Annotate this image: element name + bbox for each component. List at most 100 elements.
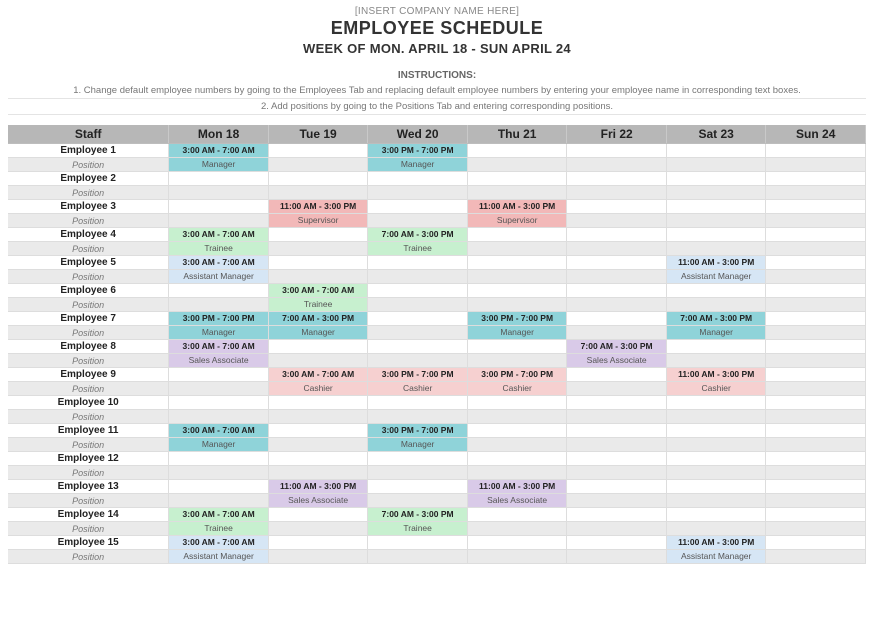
employee-name[interactable]: Employee 5 [8, 256, 169, 270]
shift-position-cell[interactable]: Manager [666, 326, 766, 340]
shift-position-cell[interactable] [467, 270, 567, 284]
shift-position-cell[interactable] [766, 298, 866, 312]
shift-position-cell[interactable] [467, 522, 567, 536]
shift-time-cell[interactable] [567, 368, 667, 382]
shift-position-cell[interactable] [567, 242, 667, 256]
shift-position-cell[interactable] [567, 270, 667, 284]
shift-position-cell[interactable] [268, 522, 368, 536]
shift-time-cell[interactable]: 11:00 AM - 3:00 PM [666, 368, 766, 382]
shift-position-cell[interactable] [467, 550, 567, 564]
shift-position-cell[interactable]: Manager [268, 326, 368, 340]
shift-time-cell[interactable] [268, 228, 368, 242]
shift-time-cell[interactable] [766, 480, 866, 494]
shift-position-cell[interactable]: Cashier [666, 382, 766, 396]
shift-position-cell[interactable] [666, 438, 766, 452]
shift-position-cell[interactable] [467, 438, 567, 452]
shift-time-cell[interactable] [766, 340, 866, 354]
shift-position-cell[interactable]: Trainee [169, 242, 269, 256]
shift-position-cell[interactable] [567, 326, 667, 340]
shift-time-cell[interactable]: 3:00 AM - 7:00 AM [268, 368, 368, 382]
shift-time-cell[interactable] [567, 144, 667, 158]
shift-position-cell[interactable]: Cashier [268, 382, 368, 396]
shift-time-cell[interactable] [368, 312, 468, 326]
shift-time-cell[interactable] [567, 284, 667, 298]
shift-time-cell[interactable]: 7:00 AM - 3:00 PM [368, 228, 468, 242]
employee-name[interactable]: Employee 3 [8, 200, 169, 214]
shift-time-cell[interactable] [766, 368, 866, 382]
shift-position-cell[interactable] [766, 214, 866, 228]
shift-time-cell[interactable] [467, 452, 567, 466]
shift-position-cell[interactable] [268, 466, 368, 480]
shift-time-cell[interactable]: 3:00 AM - 7:00 AM [268, 284, 368, 298]
shift-position-cell[interactable] [268, 410, 368, 424]
shift-time-cell[interactable] [766, 200, 866, 214]
shift-time-cell[interactable]: 11:00 AM - 3:00 PM [467, 200, 567, 214]
shift-position-cell[interactable] [368, 214, 468, 228]
shift-position-cell[interactable] [467, 354, 567, 368]
shift-time-cell[interactable] [766, 284, 866, 298]
employee-name[interactable]: Employee 4 [8, 228, 169, 242]
shift-position-cell[interactable]: Manager [368, 438, 468, 452]
shift-time-cell[interactable] [666, 340, 766, 354]
shift-time-cell[interactable] [666, 144, 766, 158]
shift-time-cell[interactable]: 3:00 PM - 7:00 PM [467, 368, 567, 382]
shift-position-cell[interactable] [666, 494, 766, 508]
shift-time-cell[interactable] [169, 396, 269, 410]
employee-name[interactable]: Employee 2 [8, 172, 169, 186]
shift-time-cell[interactable] [268, 396, 368, 410]
shift-position-cell[interactable] [766, 382, 866, 396]
employee-name[interactable]: Employee 10 [8, 396, 169, 410]
shift-position-cell[interactable] [666, 522, 766, 536]
shift-time-cell[interactable] [567, 228, 667, 242]
shift-position-cell[interactable]: Manager [467, 326, 567, 340]
shift-position-cell[interactable] [467, 186, 567, 200]
shift-time-cell[interactable] [567, 256, 667, 270]
shift-time-cell[interactable] [666, 200, 766, 214]
shift-time-cell[interactable]: 3:00 AM - 7:00 AM [169, 424, 269, 438]
shift-time-cell[interactable] [169, 172, 269, 186]
shift-time-cell[interactable]: 3:00 PM - 7:00 PM [368, 368, 468, 382]
employee-name[interactable]: Employee 11 [8, 424, 169, 438]
shift-time-cell[interactable] [666, 396, 766, 410]
shift-time-cell[interactable]: 3:00 AM - 7:00 AM [169, 228, 269, 242]
shift-time-cell[interactable] [467, 144, 567, 158]
shift-time-cell[interactable] [766, 256, 866, 270]
employee-name[interactable]: Employee 13 [8, 480, 169, 494]
shift-time-cell[interactable]: 11:00 AM - 3:00 PM [268, 200, 368, 214]
shift-time-cell[interactable] [368, 340, 468, 354]
shift-time-cell[interactable] [268, 340, 368, 354]
shift-time-cell[interactable] [666, 480, 766, 494]
shift-time-cell[interactable] [169, 284, 269, 298]
shift-time-cell[interactable]: 7:00 AM - 3:00 PM [666, 312, 766, 326]
shift-time-cell[interactable] [766, 424, 866, 438]
shift-time-cell[interactable] [467, 256, 567, 270]
shift-position-cell[interactable] [467, 158, 567, 172]
shift-position-cell[interactable] [666, 186, 766, 200]
shift-position-cell[interactable]: Cashier [467, 382, 567, 396]
shift-position-cell[interactable] [169, 186, 269, 200]
shift-position-cell[interactable]: Assistant Manager [666, 550, 766, 564]
shift-position-cell[interactable]: Trainee [169, 522, 269, 536]
shift-position-cell[interactable]: Assistant Manager [169, 550, 269, 564]
shift-time-cell[interactable] [368, 284, 468, 298]
shift-position-cell[interactable] [567, 410, 667, 424]
shift-position-cell[interactable] [368, 298, 468, 312]
shift-time-cell[interactable]: 3:00 PM - 7:00 PM [467, 312, 567, 326]
shift-position-cell[interactable]: Sales Associate [567, 354, 667, 368]
shift-position-cell[interactable] [567, 158, 667, 172]
shift-position-cell[interactable] [368, 466, 468, 480]
shift-position-cell[interactable] [567, 550, 667, 564]
shift-time-cell[interactable]: 3:00 AM - 7:00 AM [169, 508, 269, 522]
shift-time-cell[interactable]: 11:00 AM - 3:00 PM [467, 480, 567, 494]
shift-time-cell[interactable] [666, 228, 766, 242]
shift-position-cell[interactable] [467, 242, 567, 256]
employee-name[interactable]: Employee 9 [8, 368, 169, 382]
shift-time-cell[interactable] [368, 536, 468, 550]
shift-time-cell[interactable]: 3:00 AM - 7:00 AM [169, 256, 269, 270]
shift-position-cell[interactable] [666, 410, 766, 424]
shift-time-cell[interactable] [467, 424, 567, 438]
shift-position-cell[interactable] [268, 270, 368, 284]
shift-position-cell[interactable] [467, 466, 567, 480]
shift-position-cell[interactable] [368, 550, 468, 564]
shift-time-cell[interactable]: 11:00 AM - 3:00 PM [666, 536, 766, 550]
